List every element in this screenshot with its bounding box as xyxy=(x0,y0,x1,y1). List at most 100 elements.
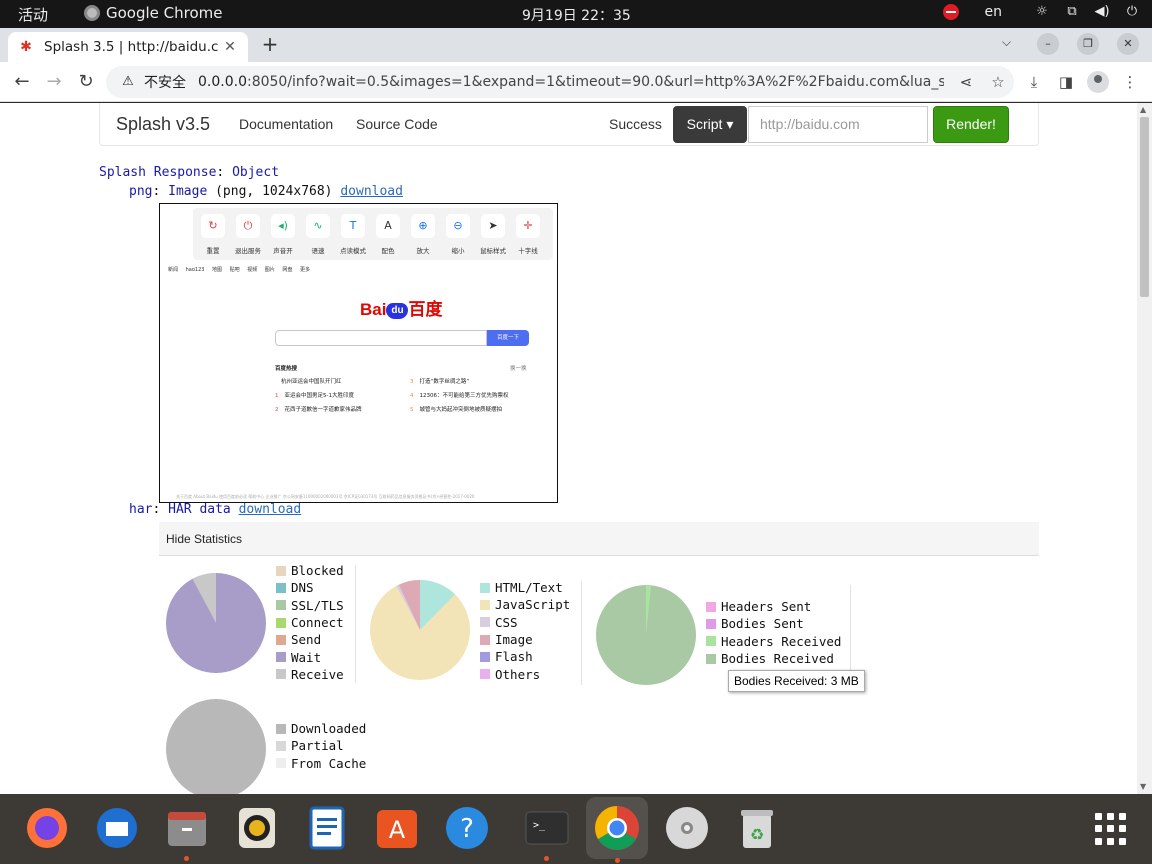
legend-label: Wait xyxy=(291,649,322,665)
clock[interactable]: 9月19日 22：35 xyxy=(522,5,631,25)
scroll-up-icon[interactable]: ▲ xyxy=(1140,105,1146,114)
tab-splash[interactable]: ✱ Splash 3.5 | http://baidu.c ✕ xyxy=(8,32,248,62)
firefox-icon[interactable] xyxy=(22,803,72,853)
scrollbar-thumb[interactable] xyxy=(1140,117,1149,297)
security-label[interactable]: 不安全 xyxy=(144,72,186,92)
profile-avatar[interactable] xyxy=(1087,71,1109,93)
divider xyxy=(581,581,582,685)
files-icon[interactable] xyxy=(162,803,212,861)
share-icon[interactable]: ⋖ xyxy=(956,73,976,91)
tool-label: 重置 xyxy=(206,247,220,255)
legend-item: HTML/Text xyxy=(480,579,570,596)
page-scrollbar[interactable]: ▲ ▼ xyxy=(1137,103,1152,794)
legend-item: Downloaded xyxy=(276,720,366,737)
hot-search-item: 5 城管与大妈起冲突倒地被质疑摆拍 xyxy=(410,405,502,413)
back-arrow-icon[interactable]: ← xyxy=(11,71,33,93)
png-desc: (png, 1024x768) xyxy=(215,184,333,199)
legend-swatch xyxy=(480,634,490,645)
png-download-link[interactable]: download xyxy=(340,184,403,199)
splash-brand[interactable]: Splash v3.5 xyxy=(116,114,210,135)
legend-swatch xyxy=(276,565,286,576)
caret-down-icon: ▾ xyxy=(726,116,734,132)
side-panel-icon[interactable]: ◨ xyxy=(1056,72,1076,92)
legend-item: Bodies Received xyxy=(706,650,841,667)
legend-label: Headers Received xyxy=(721,633,842,649)
more-menu-icon[interactable]: ⋮ xyxy=(1120,72,1140,92)
svg-text:♻: ♻ xyxy=(750,825,764,844)
software-center-icon[interactable]: A xyxy=(372,803,422,853)
hot-search-title: 百度热搜 xyxy=(275,366,298,372)
legend-item: SSL/TLS xyxy=(276,597,344,614)
system-tray[interactable]: en ☼ ⧉ ◀) ⏻ xyxy=(942,4,1141,20)
maximize-button[interactable]: ❐ xyxy=(1077,33,1099,55)
legend-item: DNS xyxy=(276,579,344,596)
hot-search-item: 杭州亚运会中国队开门红 xyxy=(275,377,342,385)
forward-arrow-icon[interactable]: → xyxy=(43,71,65,93)
hide-statistics-toggle[interactable]: Hide Statistics xyxy=(159,522,1039,556)
activities-button[interactable]: 活动 xyxy=(18,4,48,25)
legend-swatch xyxy=(706,653,716,664)
legend-item: Partial xyxy=(276,737,366,754)
har-download-link[interactable]: download xyxy=(239,502,302,517)
system-top-bar: 活动 Google Chrome 9月19日 22：35 en ☼ ⧉ ◀) ⏻ xyxy=(0,0,1152,28)
legend-label: Partial xyxy=(291,738,344,754)
url-path: :8050/info?wait=0.5&images=1&expand=1&ti… xyxy=(246,74,944,90)
input-language[interactable]: en xyxy=(985,4,1003,20)
timing-legend: Blocked DNS SSL/TLS Connect Send Wait Receive xyxy=(276,562,344,683)
app-menu[interactable]: Google Chrome xyxy=(84,4,223,22)
har-type: HAR data xyxy=(168,502,231,517)
nav-documentation[interactable]: Documentation xyxy=(239,116,333,132)
minimize-button[interactable]: – xyxy=(1037,33,1059,55)
render-button[interactable]: Render! xyxy=(933,106,1009,143)
legend-item: Others xyxy=(480,665,570,682)
rhythmbox-icon[interactable] xyxy=(232,803,282,853)
legend-swatch xyxy=(276,582,286,593)
running-indicator xyxy=(615,858,620,863)
nav-source-code[interactable]: Source Code xyxy=(356,116,438,132)
download-icon[interactable]: ⤓ xyxy=(1024,72,1044,92)
legend-swatch xyxy=(706,636,716,647)
tab-close-icon[interactable]: ✕ xyxy=(222,39,238,55)
volume-icon: ◀) xyxy=(1094,4,1110,19)
baidu-search-box xyxy=(275,330,487,346)
chrome-dock-icon[interactable] xyxy=(586,797,648,863)
svg-text:?: ? xyxy=(460,814,474,844)
baidu-footer: 关于百度 About Baidu 使用百度前必读 帮助中心 企业推广 京公网安备… xyxy=(176,494,475,499)
trash-icon[interactable]: ♻ xyxy=(732,803,782,853)
tool-label: 缩小 xyxy=(451,247,465,255)
address-bar[interactable]: ⚠ 不安全 0.0.0.0:8050/info?wait=0.5&images=… xyxy=(106,66,1014,98)
scroll-down-icon[interactable]: ▼ xyxy=(1140,782,1146,791)
show-applications-icon[interactable] xyxy=(1095,813,1127,845)
legend-label: From Cache xyxy=(291,755,367,771)
accessibility-toolbar: ↻ 重置 ⏻ 退出服务 ◂) 声音开 ∿ 语速 T 点读模式 A 配色 ⊕ 放大 ⊖ 缩小 ➤ 鼠标样式 ✛ 十字线 xyxy=(193,208,553,260)
bookmark-star-icon[interactable]: ☆ xyxy=(988,73,1008,91)
status-text: Success xyxy=(609,116,662,132)
thunderbird-icon[interactable] xyxy=(92,803,142,853)
disc-icon[interactable] xyxy=(662,803,712,853)
terminal-icon[interactable]: >_ xyxy=(522,803,572,861)
url-text[interactable]: 0.0.0.0:8050/info?wait=0.5&images=1&expa… xyxy=(198,74,944,90)
legend-swatch xyxy=(276,669,286,680)
reload-icon[interactable]: ↻ xyxy=(75,71,97,93)
script-dropdown-button[interactable]: Script ▾ xyxy=(673,106,747,143)
warning-triangle-icon[interactable]: ⚠ xyxy=(120,74,136,90)
legend-item: Wait xyxy=(276,648,344,665)
firefox-glyph xyxy=(27,808,67,848)
tool-label: 点读模式 xyxy=(340,247,366,255)
chrome-glyph xyxy=(595,806,639,850)
legend-item: Blocked xyxy=(276,562,344,579)
render-url-input[interactable]: http://baidu.com xyxy=(748,106,928,143)
terminal-glyph: >_ xyxy=(525,811,569,845)
legend-label: Image xyxy=(495,632,533,648)
legend-item: Send xyxy=(276,631,344,648)
tab-search-chevron-icon[interactable]: ⌵ xyxy=(1002,35,1011,50)
dock: A ? >_ ♻ xyxy=(0,794,1152,864)
legend-item: CSS xyxy=(480,614,570,631)
do-not-disturb-icon[interactable] xyxy=(942,4,959,20)
browser-toolbar: ← → ↻ ⚠ 不安全 0.0.0.0:8050/info?wait=0.5&i… xyxy=(0,62,1152,102)
writer-icon[interactable] xyxy=(302,803,352,853)
new-tab-button[interactable]: + xyxy=(260,34,280,54)
close-window-button[interactable]: ✕ xyxy=(1117,33,1139,55)
help-icon[interactable]: ? xyxy=(442,803,492,853)
hot-text: 城管与大妈起冲突倒地被质疑摆拍 xyxy=(419,407,503,413)
